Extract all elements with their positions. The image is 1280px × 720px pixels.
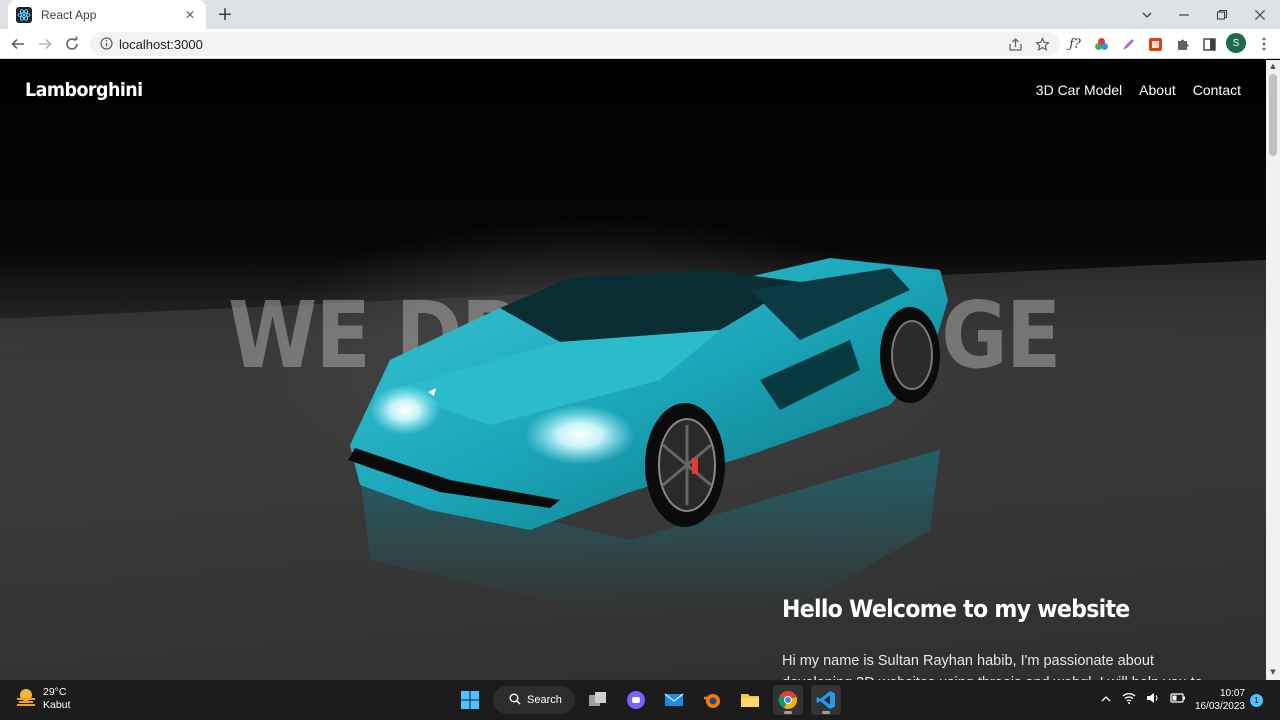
tab-search-chevron-icon[interactable]	[1128, 0, 1166, 29]
blender-app-icon[interactable]	[697, 685, 727, 715]
car-rear-wheel	[880, 307, 940, 403]
nav-link-about[interactable]: About	[1139, 82, 1176, 98]
browser-tab-bar: React App ✕ +	[0, 0, 1280, 29]
minimize-button[interactable]	[1165, 0, 1203, 29]
site-nav: 3D Car Model About Contact	[1036, 82, 1241, 98]
scroll-up-arrow-icon[interactable]: ▲	[1269, 62, 1277, 70]
tab-close-icon[interactable]: ✕	[182, 8, 198, 22]
windows-taskbar: 29°C Kabut Search 10:07 16/03/2023 1	[0, 680, 1280, 720]
search-icon	[509, 693, 521, 708]
chat-app-icon[interactable]	[621, 685, 651, 715]
site-brand-logo[interactable]: Lamborghini	[25, 79, 143, 101]
welcome-paragraph: Hi my name is Sultan Rayhan habib, I'm p…	[782, 653, 1203, 680]
restore-button[interactable]	[1203, 0, 1241, 29]
reload-icon[interactable]	[61, 33, 83, 55]
car-front-wheel	[645, 403, 725, 527]
side-panel-icon[interactable]	[1198, 33, 1220, 55]
browser-toolbar: localhost:3000 ƒ?	[0, 29, 1280, 59]
clock-date: 16/03/2023	[1194, 701, 1245, 712]
car-right-headlight	[525, 405, 635, 465]
vscode-app-icon[interactable]	[811, 685, 841, 715]
taskbar-search[interactable]: Search	[493, 686, 575, 714]
browser-tab[interactable]: React App ✕	[8, 0, 206, 29]
back-arrow-icon[interactable]	[7, 33, 29, 55]
extensions-puzzle-icon[interactable]	[1171, 33, 1193, 55]
nav-link-3d-car-model[interactable]: 3D Car Model	[1036, 82, 1122, 98]
volume-icon[interactable]	[1146, 691, 1160, 709]
battery-icon[interactable]	[1170, 691, 1186, 709]
react-logo-icon	[16, 6, 32, 23]
tray-chevron-up-icon[interactable]	[1100, 691, 1112, 709]
page-viewport: Lamborghini 3D Car Model About Contact W…	[0, 60, 1266, 680]
color-picker-extension-icon[interactable]	[1090, 33, 1112, 55]
tab-title: React App	[41, 7, 97, 22]
font-extension-icon[interactable]: ƒ?	[1064, 33, 1086, 55]
notification-badge[interactable]: 1	[1250, 694, 1263, 707]
share-icon[interactable]	[1004, 33, 1026, 55]
start-button[interactable]	[455, 685, 485, 715]
chrome-app-icon[interactable]	[773, 685, 803, 715]
close-window-button[interactable]	[1241, 0, 1279, 29]
file-explorer-icon[interactable]	[735, 685, 765, 715]
forward-arrow-icon[interactable]	[34, 33, 56, 55]
wifi-icon[interactable]	[1122, 691, 1136, 709]
page-scrollbar[interactable]: ▲ ▼	[1266, 60, 1280, 680]
car-3d-model[interactable]	[330, 230, 970, 610]
task-view-icon[interactable]	[583, 685, 613, 715]
pen-extension-icon[interactable]	[1117, 33, 1139, 55]
weather-temperature: 29°C	[43, 686, 67, 698]
profile-avatar[interactable]: S	[1226, 33, 1246, 53]
mail-app-icon[interactable]	[659, 685, 689, 715]
system-tray	[1100, 691, 1186, 709]
scroll-down-arrow-icon[interactable]: ▼	[1269, 668, 1277, 676]
site-info-icon[interactable]	[100, 35, 113, 54]
browser-menu-icon[interactable]	[1253, 33, 1275, 55]
taskbar-clock[interactable]: 10:07 16/03/2023	[1193, 687, 1245, 713]
bookmark-star-icon[interactable]	[1031, 33, 1053, 55]
taskbar-apps: Search	[455, 685, 841, 715]
search-label: Search	[527, 694, 562, 706]
address-bar[interactable]: localhost:3000	[90, 32, 1060, 56]
clock-time: 10:07	[1219, 688, 1245, 699]
image-extension-icon[interactable]	[1144, 33, 1166, 55]
weather-condition: Kabut	[43, 699, 71, 711]
weather-haze-icon	[15, 687, 37, 712]
weather-widget[interactable]: 29°C Kabut	[15, 686, 70, 712]
nav-link-contact[interactable]: Contact	[1193, 82, 1241, 98]
new-tab-button[interactable]: +	[214, 3, 236, 25]
welcome-title: Hello Welcome to my website	[782, 595, 1130, 623]
scroll-thumb[interactable]	[1269, 74, 1277, 156]
url-text: localhost:3000	[119, 36, 203, 52]
